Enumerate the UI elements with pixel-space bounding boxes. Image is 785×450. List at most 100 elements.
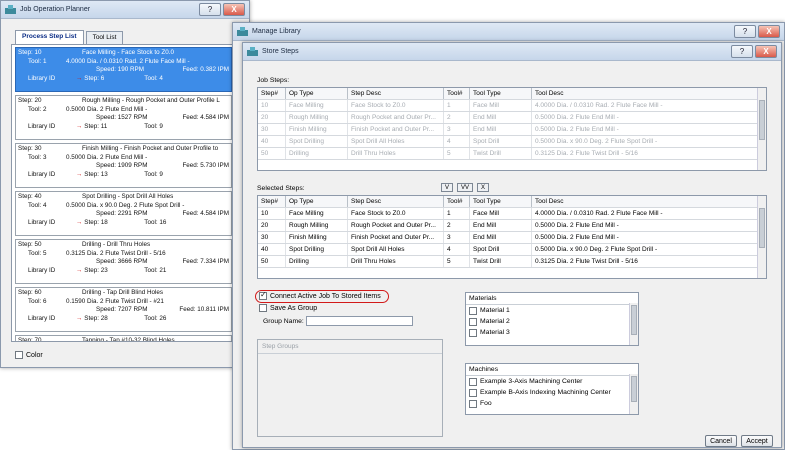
job-steps-grid[interactable]: Step# Op Type Step Desc Tool# Tool Type Tool … [257,87,767,171]
step-card[interactable]: Step: 20 Rough Milling - Rough Pocket and… [15,95,232,140]
column-header[interactable]: Tool Desc [532,196,760,207]
tab-tool-list[interactable]: Tool List [85,31,124,44]
column-header[interactable]: Tool Type [470,88,532,99]
color-checkbox[interactable] [15,351,23,359]
arrow-right-icon: → [76,170,83,178]
material-checkbox[interactable] [469,317,477,326]
arrow-right-icon: → [76,122,83,130]
ss-titlebar: Store Steps ? X [243,43,781,61]
column-header[interactable]: Step Desc [348,88,444,99]
selected-step-row[interactable]: 20 Rough Milling Rough Pocket and Outer Pr… [258,220,766,232]
grid-cell: End Mill [470,112,532,123]
job-step-row[interactable]: 40 Spot Drilling Spot Drill All Holes 4 Spot… [258,136,766,148]
grid-cell: 10 [258,208,286,219]
app-icon [237,27,248,36]
save-as-group-checkbox[interactable] [259,304,267,312]
library-step: Step: 13 [84,170,108,178]
tool-desc: 0.5000 Dia. x 90.0 Deg. 2 Flute Spot Dri… [66,201,185,209]
material-item[interactable]: Material 1 [466,305,638,316]
machines-list[interactable]: Machines Example 3-Axis Machining Center… [465,363,639,415]
column-header[interactable]: Tool# [444,196,470,207]
help-button[interactable]: ? [731,45,753,58]
column-header[interactable]: Tool Type [470,196,532,207]
column-header[interactable]: Step# [258,196,286,207]
tab-process-step-list[interactable]: Process Step List [15,30,84,44]
tool-desc: 0.1590 Dia. 2 Flute Twist Drill - #21 [66,297,164,305]
selected-steps-grid[interactable]: Step# Op Type Step Desc Tool# Tool Type Tool … [257,195,767,279]
feed-rate: Feed: 4.584 IPM [182,210,229,217]
machines-scrollbar[interactable] [629,374,638,414]
grid-cell: 1 [444,208,470,219]
feed-rate: Feed: 0.382 IPM [182,66,229,73]
selected-steps-scrollbar[interactable] [757,196,766,278]
grid-cell: 1 [444,100,470,111]
process-step-list[interactable]: Step: 10 Face Milling - Face Stock to Z0.… [11,44,237,342]
column-header[interactable]: Op Type [286,196,348,207]
color-label: Color [26,351,43,359]
job-step-row[interactable]: 50 Drilling Drill Thru Holes 5 Twist Drill 0.… [258,148,766,160]
grid-cell: Spot Drill All Holes [348,136,444,147]
accept-button[interactable]: Accept [741,435,773,447]
cancel-button[interactable]: Cancel [705,435,737,447]
grid-cell: 0.3125 Dia. 2 Flute Twist Drill - 5/16 [532,256,760,267]
job-step-row[interactable]: 20 Rough Milling Rough Pocket and Outer Pr… [258,112,766,124]
selected-step-row[interactable]: 30 Finish Milling Finish Pocket and Outer … [258,232,766,244]
grid-cell: 5 [444,148,470,159]
material-checkbox[interactable] [469,328,477,337]
column-header[interactable]: Op Type [286,88,348,99]
job-steps-scrollbar[interactable] [757,88,766,170]
material-item[interactable]: Material 2 [466,316,638,327]
library-id-label: Library ID [28,170,56,178]
column-header[interactable]: Step Desc [348,196,444,207]
step-card[interactable]: Step: 50 Drilling - Drill Thru Holes Tool:… [15,239,232,284]
move-all-down-button[interactable]: VV [457,183,473,192]
connect-active-job-checkbox[interactable] [259,290,267,300]
column-header[interactable]: Tool Desc [532,88,760,99]
machine-checkbox[interactable] [469,377,477,386]
step-card[interactable]: Step: 70 Tapping - Tap #10-32 Blind Holes [15,335,232,341]
material-checkbox[interactable] [469,306,477,315]
step-card[interactable]: Step: 10 Face Milling - Face Stock to Z0.… [15,47,232,92]
move-down-button[interactable]: V [441,183,453,192]
library-tool: Tool: 9 [144,170,163,178]
materials-list[interactable]: Materials Material 1 Material 2 Material 3 [465,292,639,346]
column-header[interactable]: Step# [258,88,286,99]
feed-rate: Feed: 7.334 IPM [182,258,229,265]
close-button[interactable]: X [755,45,777,58]
selected-step-row[interactable]: 10 Face Milling Face Stock to Z0.0 1 Face Mi… [258,208,766,220]
grid-cell: Face Milling [286,100,348,111]
materials-scrollbar[interactable] [629,303,638,345]
machine-label: Foo [480,400,492,407]
job-step-row[interactable]: 10 Face Milling Face Stock to Z0.0 1 Face Mi… [258,100,766,112]
machine-checkbox[interactable] [469,388,477,397]
column-header[interactable]: Tool# [444,88,470,99]
feed-rate: Feed: 4.584 IPM [182,114,229,121]
close-button[interactable]: X [223,3,245,16]
help-button[interactable]: ? [199,3,221,16]
material-item[interactable]: Material 3 [466,327,638,338]
machine-item[interactable]: Example 3-Axis Machining Center [466,376,638,387]
grid-cell: Rough Pocket and Outer Pr... [348,112,444,123]
machine-item[interactable]: Foo [466,398,638,409]
step-card[interactable]: Step: 60 Drilling - Tap Drill Blind Holes… [15,287,232,332]
machine-checkbox[interactable] [469,399,477,408]
selected-step-row[interactable]: 40 Spot Drilling Spot Drill All Holes 4 Spot… [258,244,766,256]
group-name-input[interactable] [306,316,413,326]
grid-cell: 2 [444,220,470,231]
remove-button[interactable]: X [477,183,489,192]
selected-step-row[interactable]: 50 Drilling Drill Thru Holes 5 Twist Drill 0.… [258,256,766,268]
spindle-speed: Speed: 7207 RPM [96,306,148,313]
close-button[interactable]: X [758,25,780,38]
grid-cell: Finish Pocket and Outer Pr... [348,232,444,243]
step-title: Face Milling - Face Stock to Z0.0 [82,49,175,56]
grid-cell: Drilling [286,256,348,267]
step-groups-label: Step Groups [258,340,442,354]
machine-item[interactable]: Example B-Axis Indexing Machining Center [466,387,638,398]
step-card[interactable]: Step: 40 Spot Drilling - Spot Drill All H… [15,191,232,236]
step-card[interactable]: Step: 30 Finish Milling - Finish Pocket a… [15,143,232,188]
job-step-row[interactable]: 30 Finish Milling Finish Pocket and Outer … [258,124,766,136]
help-button[interactable]: ? [734,25,756,38]
grid-cell: 4.0000 Dia. / 0.0310 Rad. 2 Flute Face M… [532,208,760,219]
library-step: Step: 28 [84,314,108,322]
grid-header-row: Step# Op Type Step Desc Tool# Tool Type Tool … [258,88,766,100]
